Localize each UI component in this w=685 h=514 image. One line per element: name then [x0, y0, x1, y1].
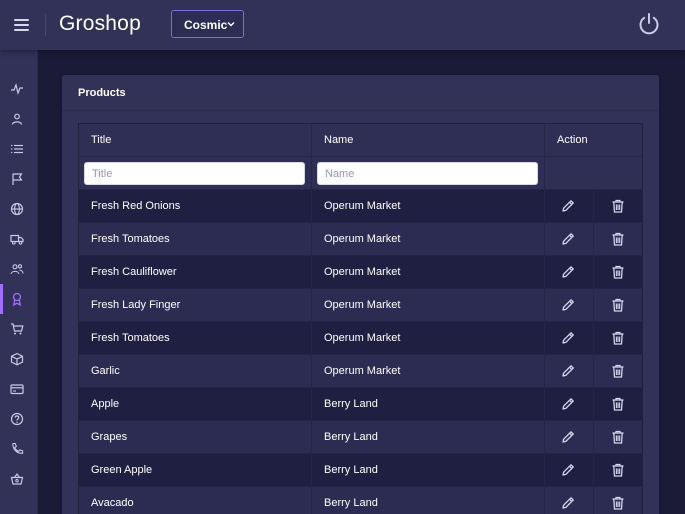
- people-icon: [10, 264, 24, 275]
- table-filter-row: [79, 157, 642, 190]
- edit-icon[interactable]: [560, 198, 576, 214]
- product-name: Berry Land: [324, 497, 378, 509]
- edit-icon[interactable]: [560, 330, 576, 346]
- trash-icon[interactable]: [610, 198, 626, 214]
- truck-icon: [10, 234, 24, 245]
- question-icon: [10, 412, 24, 426]
- header-divider: [45, 14, 46, 36]
- sidebar-item-delivery[interactable]: [0, 224, 38, 254]
- edit-icon[interactable]: [560, 231, 576, 247]
- product-name: Operum Market: [324, 299, 401, 311]
- sidebar-item-profile[interactable]: [0, 104, 38, 134]
- user-icon: [11, 113, 23, 125]
- sidebar: [0, 50, 38, 514]
- product-title: Green Apple: [91, 464, 153, 476]
- sidebar-item-users[interactable]: [0, 254, 38, 284]
- trash-icon[interactable]: [610, 462, 626, 478]
- globe-icon: [10, 202, 24, 216]
- trash-icon[interactable]: [610, 231, 626, 247]
- trash-icon[interactable]: [610, 297, 626, 313]
- product-title: Grapes: [91, 431, 128, 443]
- brand-title[interactable]: Groshop: [59, 12, 141, 36]
- card-title: Products: [78, 87, 126, 99]
- sidebar-item-shop[interactable]: [0, 464, 38, 494]
- edit-icon[interactable]: [560, 396, 576, 412]
- sidebar-item-help[interactable]: [0, 404, 38, 434]
- hamburger-icon[interactable]: [12, 15, 32, 35]
- sidebar-item-inventory[interactable]: [0, 344, 38, 374]
- product-name: Berry Land: [324, 464, 378, 476]
- trash-icon[interactable]: [610, 330, 626, 346]
- table-row[interactable]: Fresh Tomatoes Operum Market: [79, 322, 642, 355]
- theme-select-value: Cosmic: [184, 18, 228, 32]
- sidebar-item-dashboard[interactable]: [0, 74, 38, 104]
- award-icon: [12, 292, 22, 306]
- edit-icon[interactable]: [560, 462, 576, 478]
- edit-icon[interactable]: [560, 363, 576, 379]
- table-row[interactable]: Fresh Tomatoes Operum Market: [79, 223, 642, 256]
- trash-icon[interactable]: [610, 264, 626, 280]
- product-title: Fresh Tomatoes: [91, 233, 170, 245]
- product-name: Berry Land: [324, 398, 378, 410]
- chevron-down-icon: [227, 22, 235, 27]
- column-header-action: Action: [557, 134, 588, 146]
- flag-icon: [12, 173, 23, 185]
- table-row[interactable]: Avacado Berry Land: [79, 487, 642, 514]
- sidebar-item-contact[interactable]: [0, 434, 38, 464]
- product-name: Operum Market: [324, 365, 401, 377]
- table-row[interactable]: Garlic Operum Market: [79, 355, 642, 388]
- sidebar-item-payments[interactable]: [0, 374, 38, 404]
- products-card: Products Title Name Action Fresh Red Oni…: [62, 75, 659, 514]
- table-row[interactable]: Fresh Cauliflower Operum Market: [79, 256, 642, 289]
- table-row[interactable]: Fresh Lady Finger Operum Market: [79, 289, 642, 322]
- sidebar-item-products[interactable]: [0, 284, 38, 314]
- trash-icon[interactable]: [610, 495, 626, 511]
- cart-icon: [11, 323, 24, 335]
- cube-icon: [10, 352, 24, 366]
- product-title: Fresh Cauliflower: [91, 266, 177, 278]
- theme-select[interactable]: Cosmic: [171, 10, 244, 38]
- edit-icon[interactable]: [560, 297, 576, 313]
- sidebar-item-orders[interactable]: [0, 314, 38, 344]
- edit-icon[interactable]: [560, 495, 576, 511]
- phone-icon: [12, 442, 24, 454]
- product-name: Operum Market: [324, 200, 401, 212]
- product-title: Fresh Red Onions: [91, 200, 181, 212]
- top-header: Groshop Cosmic: [0, 0, 685, 50]
- trash-icon[interactable]: [610, 363, 626, 379]
- product-title: Garlic: [91, 365, 120, 377]
- power-icon[interactable]: [636, 11, 662, 37]
- basket-icon: [10, 472, 24, 485]
- column-header-name[interactable]: Name: [312, 124, 545, 156]
- product-name: Operum Market: [324, 266, 401, 278]
- activity-icon: [11, 83, 23, 95]
- credit-card-icon: [10, 384, 24, 395]
- table-row[interactable]: Apple Berry Land: [79, 388, 642, 421]
- product-name: Operum Market: [324, 233, 401, 245]
- list-icon: [11, 144, 23, 154]
- table-row[interactable]: Green Apple Berry Land: [79, 454, 642, 487]
- trash-icon[interactable]: [610, 396, 626, 412]
- table-row[interactable]: Fresh Red Onions Operum Market: [79, 190, 642, 223]
- table-row[interactable]: Grapes Berry Land: [79, 421, 642, 454]
- edit-icon[interactable]: [560, 429, 576, 445]
- product-name: Berry Land: [324, 431, 378, 443]
- product-title: Avacado: [91, 497, 134, 509]
- sidebar-item-flag[interactable]: [0, 164, 38, 194]
- trash-icon[interactable]: [610, 429, 626, 445]
- sidebar-item-list[interactable]: [0, 134, 38, 164]
- table-header-row: Title Name Action: [79, 124, 642, 157]
- product-title: Apple: [91, 398, 120, 410]
- card-divider: [62, 110, 659, 111]
- edit-icon[interactable]: [560, 264, 576, 280]
- title-filter-input[interactable]: [84, 162, 305, 185]
- product-title: Fresh Tomatoes: [91, 332, 170, 344]
- column-header-title[interactable]: Title: [79, 124, 312, 156]
- products-table: Title Name Action Fresh Red Onions Operu…: [78, 123, 643, 514]
- sidebar-item-globe[interactable]: [0, 194, 38, 224]
- product-name: Operum Market: [324, 332, 401, 344]
- table-body: Fresh Red Onions Operum Market Fresh Tom…: [79, 190, 642, 514]
- name-filter-input[interactable]: [317, 162, 538, 185]
- product-title: Fresh Lady Finger: [91, 299, 181, 311]
